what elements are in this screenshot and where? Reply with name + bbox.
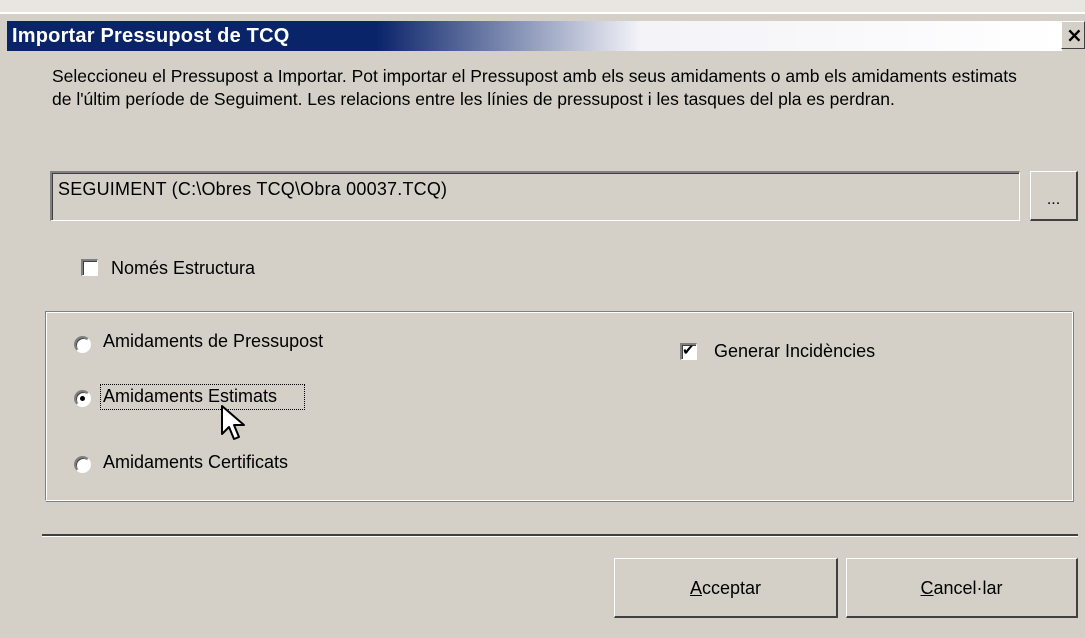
cancel-mnemonic: C	[920, 578, 934, 598]
close-button[interactable]: ×	[1061, 21, 1085, 49]
generate-incidents-label[interactable]: Generar Incidències	[714, 341, 875, 362]
budget-file-field[interactable]: SEGUIMENT (C:\Obres TCQ\Obra 00037.TCQ)	[50, 171, 1020, 221]
title-bar-area: Importar Pressupost de TCQ ×	[0, 0, 1085, 51]
budget-file-value: SEGUIMENT (C:\Obres TCQ\Obra 00037.TCQ)	[58, 179, 448, 199]
arrow-pointer-icon	[221, 405, 245, 440]
cancel-button[interactable]: Cancel·lar	[846, 558, 1078, 618]
generate-incidents-checkbox[interactable]: ✔	[680, 341, 697, 360]
separator	[42, 534, 1078, 537]
browse-button[interactable]: ...	[1030, 171, 1078, 221]
instructions-text: Seleccioneu el Pressupost a Importar. Po…	[52, 66, 1017, 109]
radio-certified-measurements-label[interactable]: Amidaments Certificats	[103, 452, 288, 473]
radio-budget-measurements[interactable]	[74, 336, 91, 353]
radio-budget-measurements-label[interactable]: Amidaments de Pressupost	[103, 331, 323, 352]
close-icon: ×	[1066, 23, 1083, 47]
only-structure-label[interactable]: Només Estructura	[111, 258, 255, 279]
cancel-label: ancel·lar	[933, 578, 1003, 598]
accept-mnemonic: A	[689, 578, 702, 598]
radio-estimated-measurements-label[interactable]: Amidaments Estimats	[103, 386, 277, 407]
radio-estimated-measurements[interactable]	[74, 390, 91, 407]
check-icon: ✔	[682, 341, 695, 359]
accept-label: cceptar	[701, 578, 762, 598]
only-structure-checkbox[interactable]	[81, 259, 98, 276]
accept-button[interactable]: Acceptar	[614, 558, 838, 618]
radio-certified-measurements[interactable]	[74, 456, 91, 473]
radio-selected-dot	[80, 396, 85, 401]
window-title: Importar Pressupost de TCQ	[12, 25, 290, 47]
